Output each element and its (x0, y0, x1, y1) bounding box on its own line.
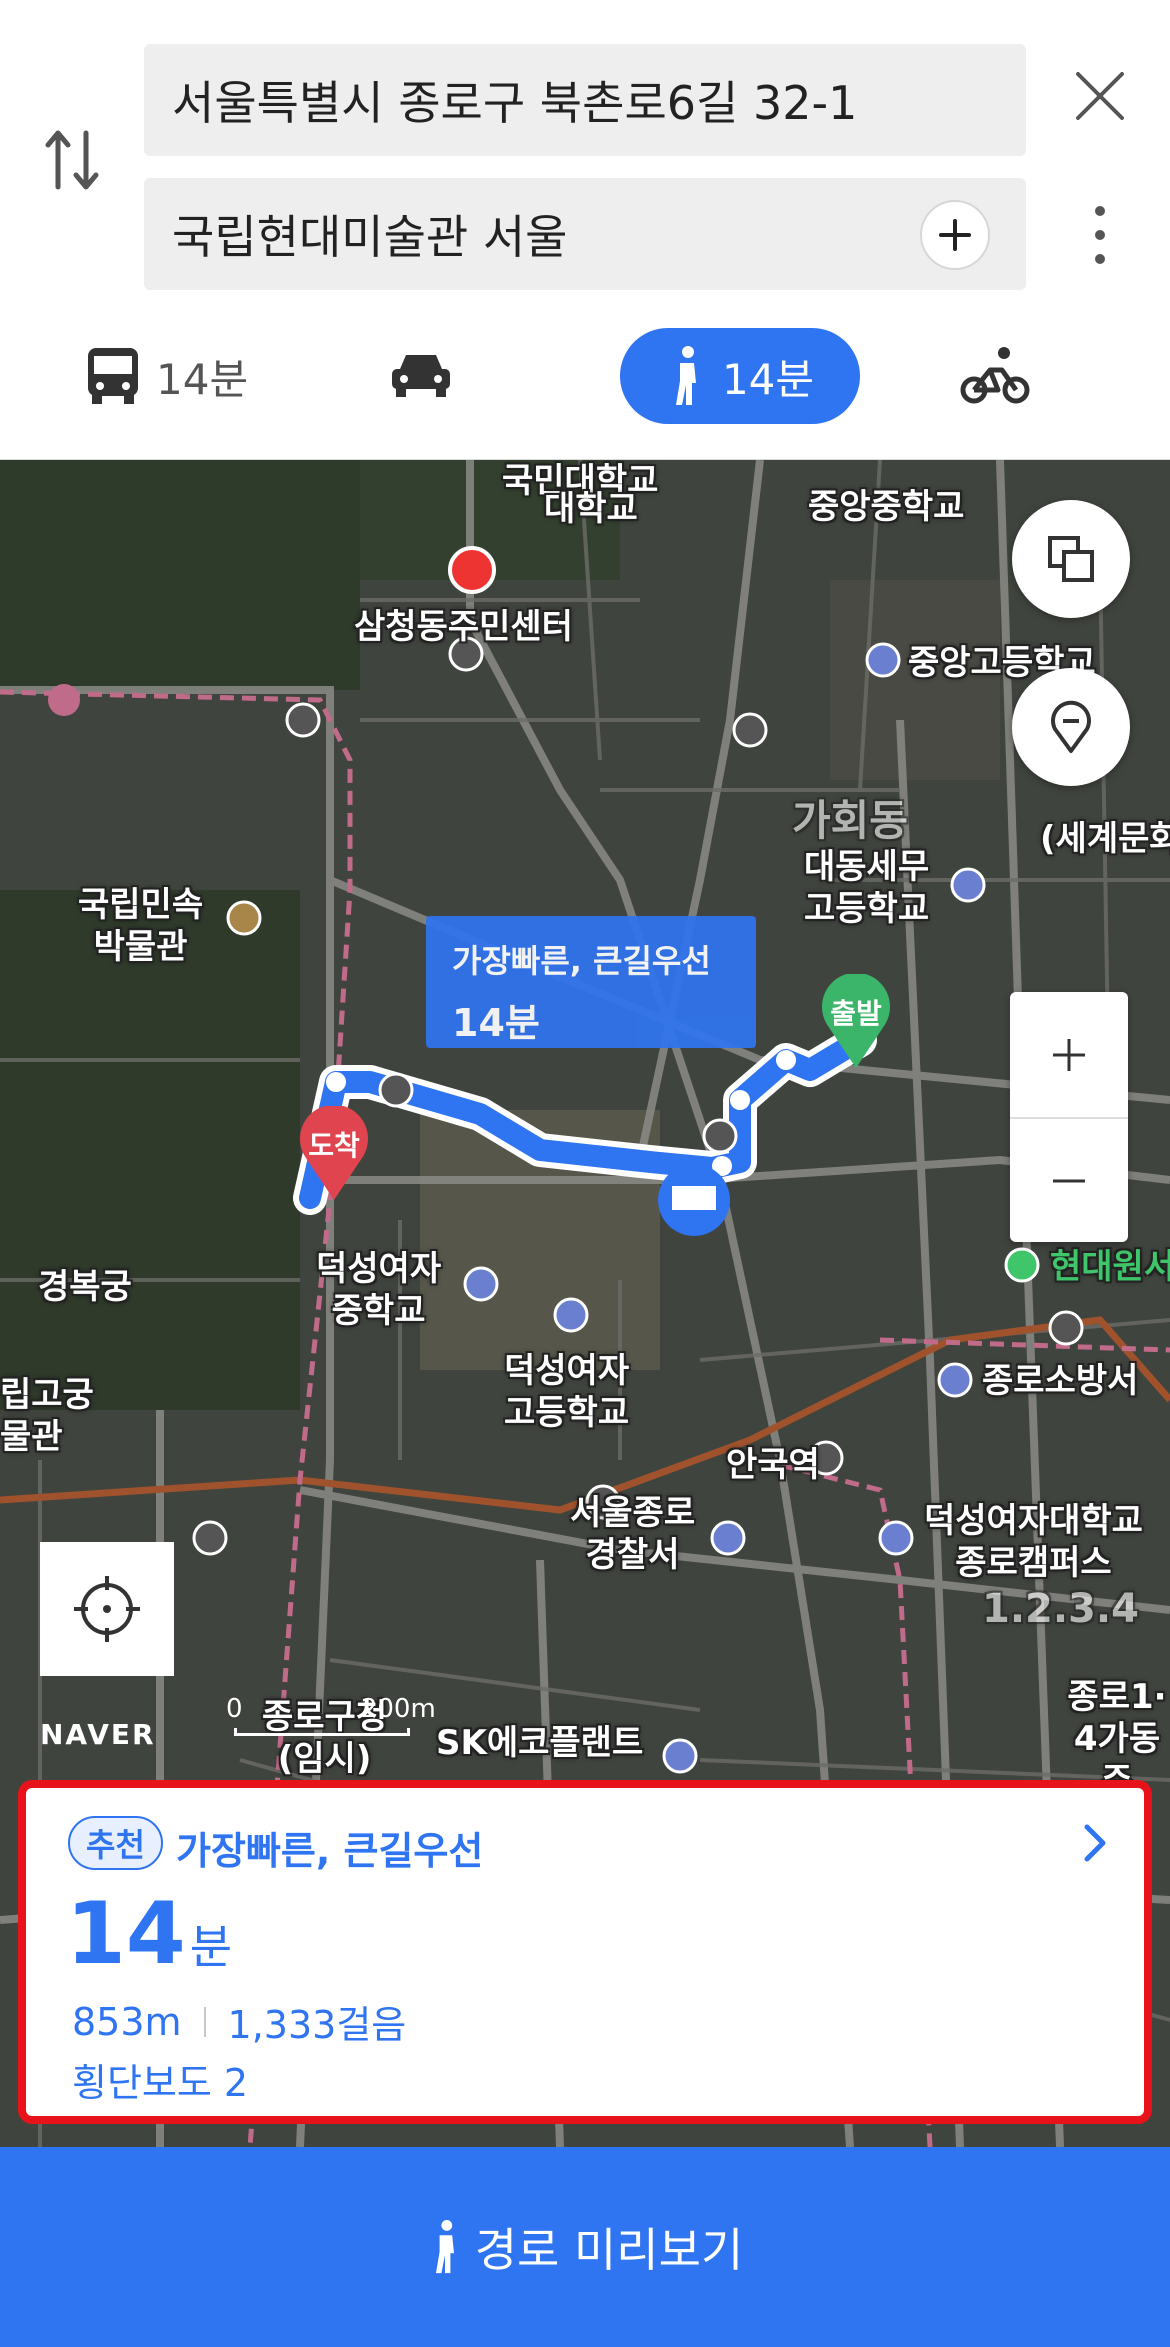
duration-number: 14 (66, 1884, 186, 1984)
destination-input[interactable]: 국립현대미술관 서울 (144, 178, 1026, 290)
more-dot-icon (1095, 254, 1105, 264)
map-label: 경복궁 (38, 1267, 132, 1307)
bicycle-icon (960, 347, 1030, 404)
map-scale: 0 200m (226, 1694, 436, 1736)
route-tooltip-title: 가장빠른, 큰길우선 (452, 942, 711, 980)
route-distance-info: 853m 1,333걸음 (72, 1994, 406, 2049)
zoom-in-button[interactable] (1010, 992, 1128, 1117)
place-pin-button[interactable] (1012, 668, 1130, 786)
swap-arrows-icon (45, 130, 99, 190)
scale-bar (234, 1728, 410, 1736)
car-icon (392, 355, 450, 397)
map-layers-button[interactable] (1012, 500, 1130, 618)
route-search-header: 서울특별시 종로구 북촌로6길 32-1 국립현대미술관 서울 14분 14분 (0, 0, 1170, 460)
map-label: 현대원서 (1050, 1247, 1170, 1287)
map-label: 국립민속 박물관 (78, 885, 204, 967)
origin-text: 서울특별시 종로구 북촌로6길 32-1 (172, 76, 858, 130)
route-option-card[interactable]: 추천 가장빠른, 큰길우선 14분 853m 1,333걸음 횡단보도 2 (18, 1780, 1152, 2124)
more-dot-icon (1095, 206, 1105, 216)
chevron-right-icon (1084, 1824, 1106, 1862)
map-label: SK에코플랜트 (436, 1723, 644, 1763)
current-location-button[interactable] (40, 1542, 174, 1676)
map-label: 대동세무 고등학교 (804, 847, 930, 929)
end-pin-label: 도착 (308, 1129, 360, 1162)
more-options-button[interactable] (1080, 200, 1120, 270)
zoom-controls (1010, 992, 1128, 1242)
plus-icon (1053, 1038, 1085, 1071)
destination-text: 국립현대미술관 서울 (172, 210, 568, 264)
tab-transit-label: 14분 (156, 354, 249, 404)
route-preview-label: 경로 미리보기 (474, 2223, 744, 2277)
map-label: (세계문화 (1040, 819, 1170, 859)
map-label: 서울종로 경찰서 (570, 1493, 696, 1575)
map-label: 1.2.3.4 (982, 1586, 1139, 1632)
more-dot-icon (1095, 230, 1105, 240)
walking-person-icon (435, 2220, 454, 2274)
crosshair-icon (74, 1576, 140, 1642)
recommended-badge: 추천 (68, 1816, 163, 1870)
tab-car[interactable] (390, 328, 452, 424)
naver-logo: NAVER (40, 1718, 156, 1751)
route-duration: 14분 (66, 1884, 232, 1984)
scale-label: 200m (360, 1694, 436, 1724)
map-label: 덕성여자 중학교 (316, 1249, 442, 1331)
map-label: 안국역 (726, 1445, 820, 1485)
add-waypoint-button[interactable] (920, 200, 990, 270)
map-label: 가회동 (792, 796, 908, 845)
tab-transit[interactable]: 14분 (86, 328, 248, 424)
map-label: 덕성여자 고등학교 (504, 1351, 630, 1433)
zoom-out-button[interactable] (1010, 1117, 1128, 1242)
start-pin-label: 출발 (830, 997, 882, 1030)
crosswalk-count: 횡단보도 2 (72, 2061, 249, 2105)
map-label: 삼청동주민센터 (354, 607, 573, 647)
start-pin[interactable]: 출발 (818, 972, 894, 1070)
map-label: 중앙중학교 (808, 487, 965, 527)
route-title: 가장빠른, 큰길우선 (176, 1829, 484, 1873)
tab-walk[interactable]: 14분 (620, 328, 860, 424)
close-icon (1076, 72, 1124, 120)
end-pin[interactable]: 도착 (296, 1104, 372, 1202)
route-tooltip-time: 14분 (452, 1001, 540, 1045)
transport-mode-tabs: 14분 14분 (0, 328, 1170, 424)
route-detail-button[interactable] (1070, 1818, 1120, 1868)
map-label: 대학교 (544, 489, 638, 529)
close-button[interactable] (1064, 60, 1136, 132)
route-preview-button[interactable]: 경로 미리보기 (0, 2147, 1170, 2347)
map-label: 립고궁 물관 (0, 1375, 94, 1457)
layers-icon (1048, 536, 1094, 582)
route-tooltip[interactable]: 가장빠른, 큰길우선 14분 (426, 916, 756, 1048)
separator (203, 2006, 206, 2037)
map-label: 종로소방서 (982, 1361, 1139, 1401)
tab-walk-label: 14분 (721, 354, 815, 404)
swap-locations-button[interactable] (36, 120, 108, 200)
steps-value: 1,333걸음 (227, 2003, 407, 2047)
plus-icon (939, 219, 971, 251)
tab-bike[interactable] (960, 328, 1030, 424)
location-pin-icon (1051, 700, 1091, 753)
duration-unit: 분 (189, 1920, 233, 1974)
minus-icon (1053, 1179, 1085, 1182)
scale-zero: 0 (226, 1694, 243, 1724)
distance-value: 853m (72, 1999, 182, 2044)
bus-icon (88, 348, 138, 404)
walking-person-icon (675, 346, 696, 405)
map-label: 덕성여자대학교 종로캠퍼스 (924, 1501, 1143, 1583)
origin-input[interactable]: 서울특별시 종로구 북촌로6길 32-1 (144, 44, 1026, 156)
